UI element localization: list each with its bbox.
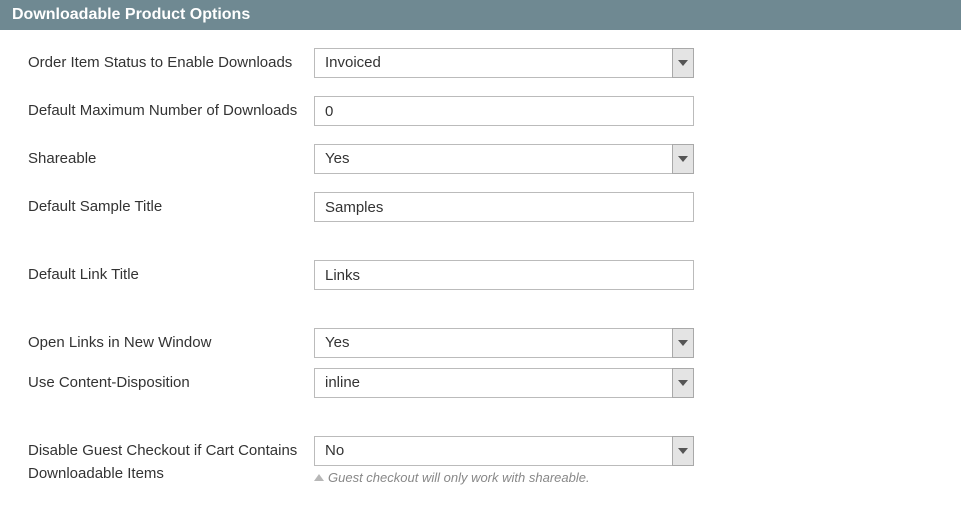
- field-sample-title: Default Sample Title: [28, 192, 933, 222]
- label-max-downloads: Default Maximum Number of Downloads: [28, 96, 314, 123]
- select-value: No: [314, 436, 694, 466]
- select-content-disposition[interactable]: inline: [314, 368, 694, 398]
- chevron-down-icon: [672, 436, 694, 466]
- field-link-title: Default Link Title: [28, 260, 933, 290]
- chevron-down-icon: [672, 328, 694, 358]
- select-disable-guest[interactable]: No: [314, 436, 694, 466]
- field-shareable: Shareable Yes: [28, 144, 933, 174]
- label-disable-guest: Disable Guest Checkout if Cart Contains …: [28, 436, 314, 485]
- select-open-new-window[interactable]: Yes: [314, 328, 694, 358]
- triangle-up-icon: [314, 474, 324, 481]
- input-sample-title[interactable]: [314, 192, 694, 222]
- select-order-status[interactable]: Invoiced: [314, 48, 694, 78]
- input-link-title[interactable]: [314, 260, 694, 290]
- section-header: Downloadable Product Options: [0, 0, 961, 30]
- label-link-title: Default Link Title: [28, 260, 314, 287]
- settings-panel: Downloadable Product Options Order Item …: [0, 0, 961, 521]
- label-shareable: Shareable: [28, 144, 314, 171]
- field-content-disposition: Use Content-Disposition inline: [28, 368, 933, 398]
- chevron-down-icon: [672, 144, 694, 174]
- input-max-downloads[interactable]: [314, 96, 694, 126]
- form-body: Order Item Status to Enable Downloads In…: [0, 30, 961, 521]
- field-disable-guest: Disable Guest Checkout if Cart Contains …: [28, 436, 933, 485]
- label-order-status: Order Item Status to Enable Downloads: [28, 48, 314, 75]
- select-value: Yes: [314, 144, 694, 174]
- select-shareable[interactable]: Yes: [314, 144, 694, 174]
- chevron-down-icon: [672, 368, 694, 398]
- select-value: Yes: [314, 328, 694, 358]
- hint-text: Guest checkout will only work with share…: [328, 470, 590, 485]
- hint-disable-guest: Guest checkout will only work with share…: [314, 470, 694, 485]
- label-content-disposition: Use Content-Disposition: [28, 368, 314, 395]
- chevron-down-icon: [672, 48, 694, 78]
- field-order-status: Order Item Status to Enable Downloads In…: [28, 48, 933, 78]
- field-open-new-window: Open Links in New Window Yes: [28, 328, 933, 358]
- field-max-downloads: Default Maximum Number of Downloads: [28, 96, 933, 126]
- select-value: Invoiced: [314, 48, 694, 78]
- select-value: inline: [314, 368, 694, 398]
- label-open-new-window: Open Links in New Window: [28, 328, 314, 355]
- label-sample-title: Default Sample Title: [28, 192, 314, 219]
